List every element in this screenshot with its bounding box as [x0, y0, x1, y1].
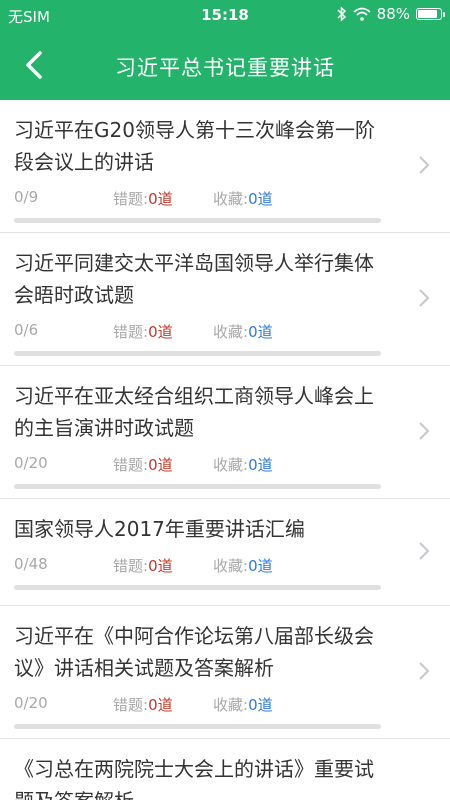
item-title: 习近平同建交太平洋岛国领导人举行集体会晤时政试题	[14, 251, 374, 307]
wifi-icon	[353, 7, 371, 21]
bluetooth-icon	[337, 6, 346, 22]
favorite-label: 收藏:	[213, 456, 249, 474]
favorite-count: 收藏:0道	[213, 188, 273, 209]
nav-bar: 习近平总书记重要讲话	[0, 30, 450, 100]
favorite-count: 收藏:0道	[213, 454, 273, 475]
item-meta: 0/9 错题:0道 收藏:0道	[0, 188, 450, 210]
wrong-value: 0道	[148, 696, 173, 714]
wrong-count: 错题:0道	[113, 454, 173, 475]
list-item[interactable]: 习近平在G20领导人第十三次峰会第一阶段会议上的讲话 0/9 错题:0道 收藏:…	[0, 100, 450, 233]
progress-count: 0/9	[14, 188, 39, 206]
wrong-value: 0道	[148, 557, 173, 575]
chevron-right-icon	[419, 422, 430, 440]
item-title: 习近平在亚太经合组织工商领导人峰会上的主旨演讲时政试题	[14, 384, 374, 440]
list-item[interactable]: 习近平同建交太平洋岛国领导人举行集体会晤时政试题 0/6 错题:0道 收藏:0道	[0, 233, 450, 366]
list-item[interactable]: 《习总在两院院士大会上的讲话》重要试题及答案解析	[0, 739, 450, 800]
wrong-count: 错题:0道	[113, 321, 173, 342]
wrong-label: 错题:	[113, 557, 149, 575]
wrong-count: 错题:0道	[113, 555, 173, 576]
chevron-right-icon	[419, 289, 430, 307]
favorite-count: 收藏:0道	[213, 555, 273, 576]
wrong-count: 错题:0道	[113, 188, 173, 209]
favorite-label: 收藏:	[213, 190, 249, 208]
progress-count: 0/20	[14, 454, 48, 472]
progress-bar	[14, 585, 381, 590]
item-meta: 0/48 错题:0道 收藏:0道	[0, 555, 450, 577]
battery-percent: 88%	[376, 5, 410, 23]
favorite-value: 0道	[248, 190, 273, 208]
wrong-label: 错题:	[113, 190, 149, 208]
wrong-label: 错题:	[113, 456, 149, 474]
progress-bar	[14, 218, 381, 223]
battery-fill	[418, 10, 438, 18]
favorite-count: 收藏:0道	[213, 321, 273, 342]
item-meta: 0/20 错题:0道 收藏:0道	[0, 694, 450, 716]
chevron-right-icon	[419, 542, 430, 560]
status-icons: 88%	[337, 5, 445, 23]
list-item[interactable]: 习近平在亚太经合组织工商领导人峰会上的主旨演讲时政试题 0/20 错题:0道 收…	[0, 366, 450, 499]
progress-count: 0/6	[14, 321, 39, 339]
wrong-value: 0道	[148, 323, 173, 341]
favorite-value: 0道	[248, 323, 273, 341]
progress-count: 0/20	[14, 694, 48, 712]
wrong-label: 错题:	[113, 323, 149, 341]
chevron-right-icon	[419, 662, 430, 680]
favorite-value: 0道	[248, 696, 273, 714]
wrong-label: 错题:	[113, 696, 149, 714]
favorite-value: 0道	[248, 557, 273, 575]
favorite-label: 收藏:	[213, 323, 249, 341]
item-meta: 0/6 错题:0道 收藏:0道	[0, 321, 450, 343]
wrong-count: 错题:0道	[113, 694, 173, 715]
item-title: 习近平在G20领导人第十三次峰会第一阶段会议上的讲话	[14, 118, 375, 174]
progress-bar	[14, 351, 381, 356]
progress-bar	[14, 724, 381, 729]
favorite-value: 0道	[248, 456, 273, 474]
wrong-value: 0道	[148, 190, 173, 208]
page-title: 习近平总书记重要讲话	[115, 56, 335, 80]
item-meta: 0/20 错题:0道 收藏:0道	[0, 454, 450, 476]
progress-bar	[14, 484, 381, 489]
status-bar: 无SIM 15:18 88%	[0, 0, 450, 30]
chevron-right-icon	[419, 156, 430, 174]
item-title: 《习总在两院院士大会上的讲话》重要试题及答案解析	[14, 757, 374, 800]
topic-list: 习近平在G20领导人第十三次峰会第一阶段会议上的讲话 0/9 错题:0道 收藏:…	[0, 100, 450, 800]
list-item[interactable]: 国家领导人2017年重要讲话汇编 0/48 错题:0道 收藏:0道	[0, 499, 450, 606]
item-title: 国家领导人2017年重要讲话汇编	[14, 517, 305, 541]
list-item[interactable]: 习近平在《中阿合作论坛第八届部长级会议》讲话相关试题及答案解析 0/20 错题:…	[0, 606, 450, 739]
favorite-count: 收藏:0道	[213, 694, 273, 715]
progress-count: 0/48	[14, 555, 48, 573]
wrong-value: 0道	[148, 456, 173, 474]
favorite-label: 收藏:	[213, 557, 249, 575]
favorite-label: 收藏:	[213, 696, 249, 714]
item-title: 习近平在《中阿合作论坛第八届部长级会议》讲话相关试题及答案解析	[14, 624, 374, 680]
battery-icon	[416, 8, 445, 20]
